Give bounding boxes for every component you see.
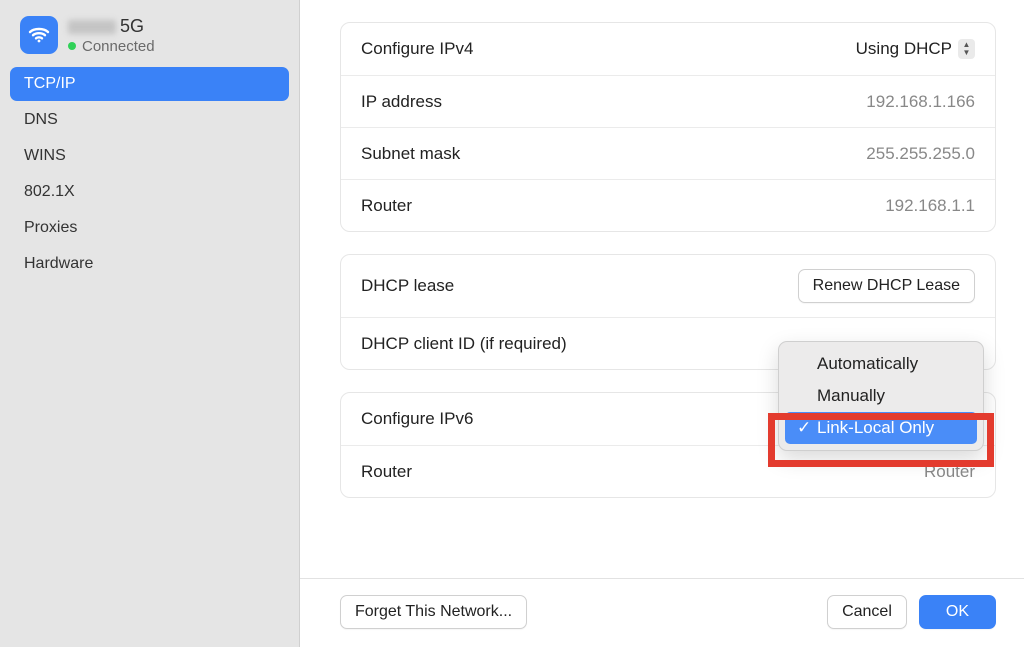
menu-item-link-local-only[interactable]: ✓ Link-Local Only bbox=[785, 412, 977, 444]
main-panel: Configure IPv4 Using DHCP ▲▼ IP address … bbox=[300, 0, 1024, 647]
sidebar-list: TCP/IP DNS WINS 802.1X Proxies Hardware bbox=[0, 67, 299, 281]
check-icon: ✓ bbox=[797, 418, 811, 438]
sidebar-item-dns[interactable]: DNS bbox=[10, 103, 289, 137]
ok-button[interactable]: OK bbox=[919, 595, 996, 629]
label-configure-ipv6: Configure IPv6 bbox=[361, 409, 473, 429]
label-ip-address: IP address bbox=[361, 92, 442, 112]
sidebar-item-wins[interactable]: WINS bbox=[10, 139, 289, 173]
group-ipv4: Configure IPv4 Using DHCP ▲▼ IP address … bbox=[340, 22, 996, 232]
cancel-button[interactable]: Cancel bbox=[827, 595, 907, 629]
label-subnet-mask: Subnet mask bbox=[361, 144, 460, 164]
network-name: 5G bbox=[68, 16, 155, 38]
select-configure-ipv4[interactable]: Using DHCP ▲▼ bbox=[856, 39, 975, 59]
sidebar-item-tcpip[interactable]: TCP/IP bbox=[10, 67, 289, 101]
chevron-updown-icon: ▲▼ bbox=[958, 39, 975, 59]
sidebar: 5G Connected TCP/IP DNS WINS 802.1X Prox… bbox=[0, 0, 300, 647]
row-configure-ipv4: Configure IPv4 Using DHCP ▲▼ bbox=[341, 23, 995, 75]
value-ip-address: 192.168.1.166 bbox=[866, 92, 975, 112]
label-dhcp-lease: DHCP lease bbox=[361, 276, 454, 296]
ipv6-dropdown-menu: Automatically Manually ✓ Link-Local Only bbox=[778, 341, 984, 451]
value-router-ipv4: 192.168.1.1 bbox=[885, 196, 975, 216]
content: Configure IPv4 Using DHCP ▲▼ IP address … bbox=[300, 0, 1024, 578]
value-router-ipv6: Router bbox=[924, 462, 975, 482]
row-router-ipv6: Router Router bbox=[341, 445, 995, 497]
label-dhcp-client-id: DHCP client ID (if required) bbox=[361, 334, 567, 354]
footer: Forget This Network... Cancel OK bbox=[300, 578, 1024, 647]
row-subnet-mask: Subnet mask 255.255.255.0 bbox=[341, 127, 995, 179]
network-header: 5G Connected bbox=[0, 10, 299, 67]
label-router-ipv6: Router bbox=[361, 462, 412, 482]
value-subnet-mask: 255.255.255.0 bbox=[866, 144, 975, 164]
row-ip-address: IP address 192.168.1.166 bbox=[341, 75, 995, 127]
status-dot-icon bbox=[68, 42, 76, 50]
label-configure-ipv4: Configure IPv4 bbox=[361, 39, 473, 59]
network-name-redacted bbox=[68, 20, 116, 34]
label-router-ipv4: Router bbox=[361, 196, 412, 216]
menu-item-automatically[interactable]: Automatically bbox=[785, 348, 977, 380]
network-status: Connected bbox=[68, 38, 155, 55]
row-router-ipv4: Router 192.168.1.1 bbox=[341, 179, 995, 231]
forget-network-button[interactable]: Forget This Network... bbox=[340, 595, 527, 629]
sidebar-item-proxies[interactable]: Proxies bbox=[10, 211, 289, 245]
menu-item-manually[interactable]: Manually bbox=[785, 380, 977, 412]
sidebar-item-8021x[interactable]: 802.1X bbox=[10, 175, 289, 209]
wifi-icon bbox=[20, 16, 58, 54]
renew-dhcp-button[interactable]: Renew DHCP Lease bbox=[798, 269, 975, 303]
row-dhcp-lease: DHCP lease Renew DHCP Lease bbox=[341, 255, 995, 317]
sidebar-item-hardware[interactable]: Hardware bbox=[10, 247, 289, 281]
